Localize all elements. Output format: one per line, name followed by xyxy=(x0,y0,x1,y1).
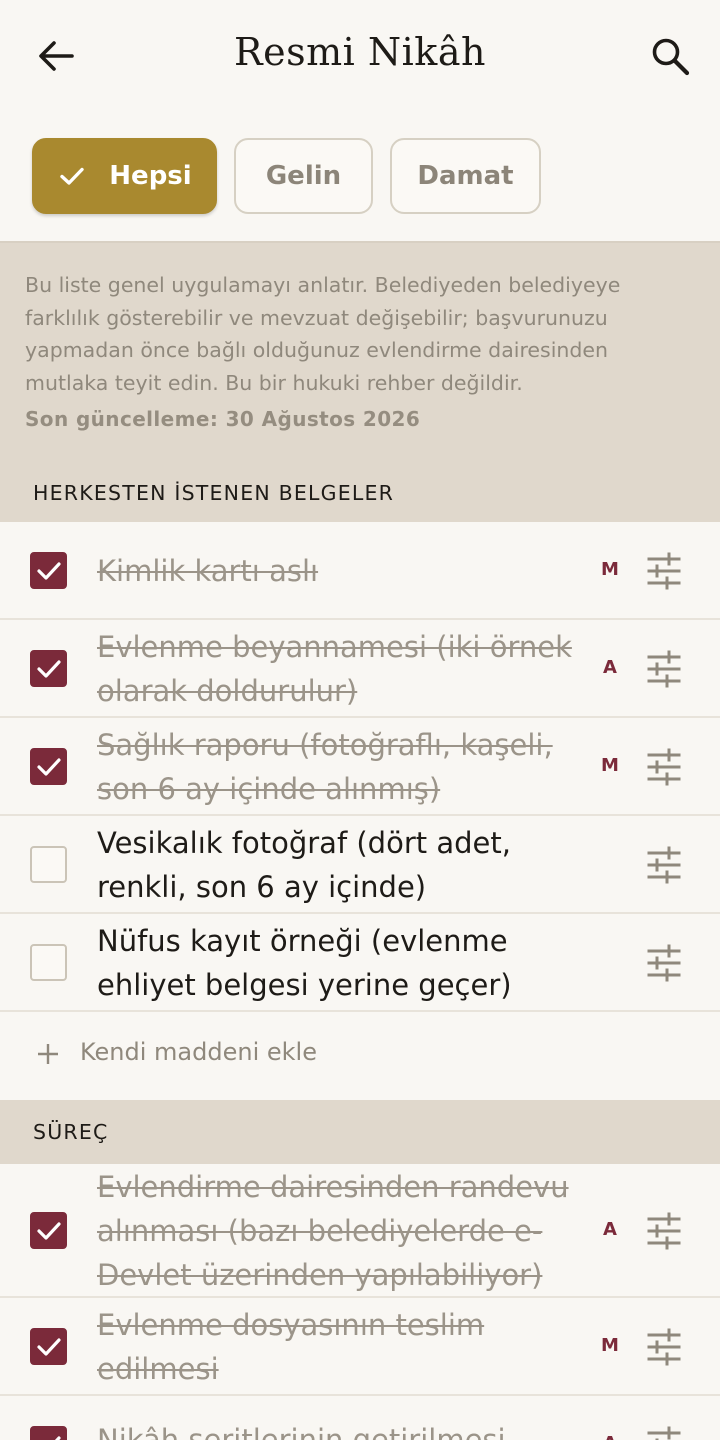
add-item-label: Kendi maddeni ekle xyxy=(80,1038,317,1066)
item-label: Evlenme dosyasının teslim edilmesi xyxy=(97,1308,485,1386)
filter-chip-gelin[interactable]: Gelin xyxy=(234,138,373,214)
item-checkbox[interactable] xyxy=(30,552,67,589)
check-icon xyxy=(60,167,84,185)
item-label: Nikâh şeritlerinin getirilmesi xyxy=(97,1423,506,1440)
item-checkbox[interactable] xyxy=(30,846,67,883)
disclaimer-text: Bu liste genel uygulamayı anlatır. Beled… xyxy=(25,273,621,395)
assignee-badge: M xyxy=(601,1335,619,1356)
checklist-item[interactable]: Evlenme beyannamesi (iki örnek olarak do… xyxy=(0,620,720,718)
item-label: Nüfus kayıt örneği (evlenme ehliyet belg… xyxy=(97,924,512,1002)
checklist-item[interactable]: Nüfus kayıt örneği (evlenme ehliyet belg… xyxy=(0,914,720,1012)
tune-icon[interactable] xyxy=(645,944,683,982)
search-icon xyxy=(652,38,690,76)
filter-chip-label: Damat xyxy=(417,161,514,191)
item-checkbox[interactable] xyxy=(30,1328,67,1365)
disclaimer-panel: Bu liste genel uygulamayı anlatır. Beled… xyxy=(0,241,720,523)
filter-chip-label: Hepsi xyxy=(109,161,192,191)
item-label: Evlendirme dairesinden randevu alınması … xyxy=(97,1170,569,1292)
app-bar: Resmi Nikâh xyxy=(0,0,720,112)
checklist-item[interactable]: Sağlık raporu (fotoğraflı, kaşeli, son 6… xyxy=(0,718,720,816)
tune-icon[interactable] xyxy=(645,552,683,590)
filter-chip-damat[interactable]: Damat xyxy=(390,138,541,214)
check-icon xyxy=(37,1222,61,1240)
item-checkbox[interactable] xyxy=(30,748,67,785)
assignee-badge: A xyxy=(603,657,617,678)
filter-chip-label: Gelin xyxy=(265,161,342,191)
item-label: Vesikalık fotoğraf (dört adet, renkli, s… xyxy=(97,826,511,904)
item-checkbox[interactable] xyxy=(30,650,67,687)
item-checkbox[interactable] xyxy=(30,944,67,981)
assignee-badge: M xyxy=(601,559,619,580)
tune-icon[interactable] xyxy=(645,650,683,688)
item-label: Sağlık raporu (fotoğraflı, kaşeli, son 6… xyxy=(97,728,553,806)
section-title: HERKESTEN İSTENEN BELGELER xyxy=(33,481,395,505)
page-title: Resmi Nikâh xyxy=(234,30,486,74)
assignee-badge: M xyxy=(601,755,619,776)
item-checkbox[interactable] xyxy=(30,1426,67,1440)
assignee-badge: A xyxy=(603,1219,617,1240)
checklist-item[interactable]: Nikâh şeritlerinin getirilmesi A xyxy=(0,1396,720,1440)
checklist-item[interactable]: Evlenme dosyasının teslim edilmesi M xyxy=(0,1298,720,1396)
section-header: SÜREÇ xyxy=(0,1100,720,1164)
checklist-item[interactable]: Vesikalık fotoğraf (dört adet, renkli, s… xyxy=(0,816,720,914)
tune-icon[interactable] xyxy=(645,846,683,884)
filter-chips: Hepsi Gelin Damat xyxy=(32,138,541,214)
check-icon xyxy=(37,758,61,776)
tune-icon[interactable] xyxy=(645,1426,683,1440)
item-checkbox[interactable] xyxy=(30,1212,67,1249)
plus-icon xyxy=(38,1044,58,1064)
assignee-badge: A xyxy=(598,1433,622,1440)
tune-icon[interactable] xyxy=(645,1212,683,1250)
item-label: Evlenme beyannamesi (iki örnek olarak do… xyxy=(97,630,572,708)
tune-icon[interactable] xyxy=(645,1328,683,1366)
item-label: Kimlik kartı aslı xyxy=(97,554,319,588)
last-updated: Son güncelleme: 30 Ağustos 2026 xyxy=(25,407,421,431)
check-icon xyxy=(37,660,61,678)
checklist-item[interactable]: Kimlik kartı aslı M xyxy=(0,522,720,620)
filter-chip-hepsi[interactable]: Hepsi xyxy=(32,138,217,214)
search-button[interactable] xyxy=(644,30,696,82)
check-icon xyxy=(54,1436,61,1440)
section-title: SÜREÇ xyxy=(33,1120,109,1144)
checklist-item[interactable]: Evlendirme dairesinden randevu alınması … xyxy=(0,1164,720,1298)
add-item-button[interactable]: Kendi maddeni ekle xyxy=(0,1012,720,1100)
tune-icon[interactable] xyxy=(645,748,683,786)
check-icon xyxy=(37,1338,61,1356)
check-icon xyxy=(37,562,61,580)
